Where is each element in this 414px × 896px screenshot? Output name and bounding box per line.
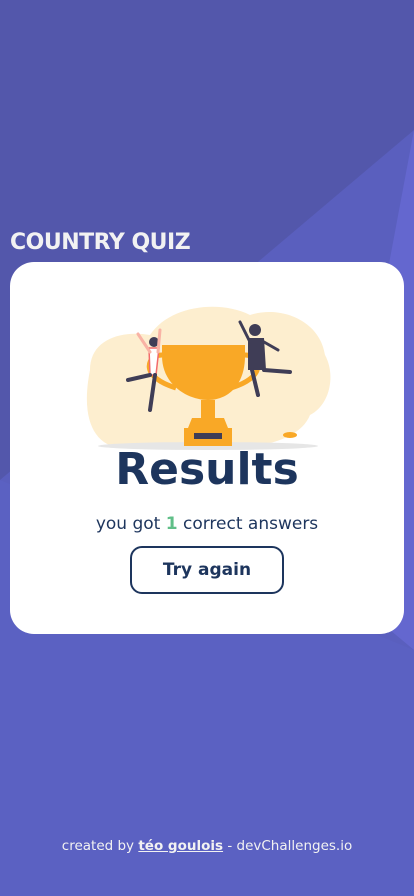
results-card: Results you got 1 correct answers Try ag… [10,262,404,634]
footer-separator: - [223,838,237,854]
correct-answer-count: 1 [165,514,178,534]
footer-credit: created by téo goulois - devChallenges.i… [0,836,414,856]
author-link[interactable]: téo goulois [138,838,223,854]
score-prefix: you got [95,514,166,534]
try-again-button[interactable]: Try again [130,546,284,594]
app-title: COUNTRY QUIZ [10,230,191,255]
results-heading: Results [115,444,299,495]
footer-created-by: created by [61,838,139,854]
score-suffix: correct answers [177,514,319,534]
score-summary: you got 1 correct answers [10,512,404,536]
trophy-celebration-illustration [86,306,331,450]
footer-site: devChallenges.io [236,838,353,854]
